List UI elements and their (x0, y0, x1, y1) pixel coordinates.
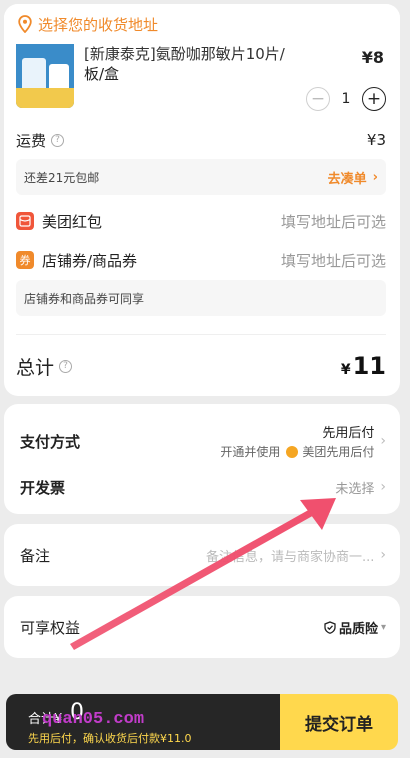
product-title-line1: [新康泰克]氨酚咖那敏片10片/ (84, 45, 285, 63)
chevron-down-icon: ▾ (380, 621, 386, 633)
payment-enable-text: 开通并使用 (220, 445, 281, 459)
checkout-bar: 合计¥ 0 quan05.com 先用后付，确认收货后付款¥11.0 提交订单 (6, 694, 398, 750)
total-label: 总计 (16, 356, 55, 379)
remark-placeholder: 备注信息，请与商家协商一... (205, 549, 375, 565)
total-amount: ¥ 11 (341, 352, 386, 380)
product-title[interactable]: [新康泰克]氨酚咖那敏片10片/ 板/盒 (84, 45, 314, 84)
product-title-line2: 板/盒 (84, 65, 120, 83)
address-prompt: 选择您的收货地址 (38, 15, 159, 34)
total-currency: ¥ (340, 362, 351, 378)
chevron-right-icon: › (380, 547, 386, 563)
invoice-row[interactable]: 开发票 未选择 › (20, 476, 386, 498)
meituan-pay-icon (286, 445, 299, 458)
order-card: 选择您的收货地址 [新康泰克]氨酚咖那敏片10片/ 板/盒 ¥8 − 1 + 运… (4, 4, 400, 396)
payment-method-label: 支付方式 (20, 432, 81, 451)
total-row: 总计 ? ¥ 11 (16, 352, 386, 380)
invoice-label: 开发票 (20, 478, 66, 497)
select-address-bar[interactable]: 选择您的收货地址 (4, 4, 400, 44)
invoice-value: 未选择 (335, 481, 375, 497)
payment-brand-text: 美团先用后付 (302, 445, 375, 459)
add-more-label: 去凑单 (327, 171, 367, 187)
product-image[interactable] (16, 44, 74, 108)
payment-card: 支付方式 先用后付 开通并使用 美团先用后付 › 开发票 未选择 › (4, 404, 400, 514)
submit-order-button[interactable]: 提交订单 (280, 694, 398, 750)
chevron-right-icon: › (372, 169, 378, 185)
coupon-value: 填写地址后可选 (280, 251, 386, 270)
free-shipping-text: 还差21元包邮 (24, 170, 100, 185)
shield-icon (324, 620, 336, 634)
red-packet-icon (16, 212, 34, 230)
submit-order-label: 提交订单 (305, 714, 373, 735)
payment-method-value: 先用后付 (322, 426, 375, 441)
footer-pay-later-note: 先用后付，确认收货后付款¥11.0 (28, 732, 192, 745)
remark-row[interactable]: 备注 备注信息，请与商家协商一... › (20, 544, 386, 566)
benefits-value: 品质险 (338, 621, 378, 637)
red-packet-row[interactable]: 美团红包 填写地址后可选 (16, 210, 386, 232)
red-packet-value: 填写地址后可选 (280, 212, 386, 231)
chevron-right-icon: › (380, 479, 386, 495)
divider (16, 334, 386, 335)
question-icon[interactable]: ? (51, 133, 65, 147)
shipping-row: 运费 ? ¥3 (16, 130, 386, 150)
quantity-stepper: − 1 + (306, 86, 386, 112)
watermark: quan05.com (42, 710, 145, 729)
benefits-row[interactable]: 可享权益 品质险 ▾ (20, 616, 386, 638)
free-shipping-banner: 还差21元包邮 去凑单 › (16, 159, 386, 195)
coupon-icon: 券 (16, 251, 34, 269)
checkout-summary: 合计¥ 0 quan05.com 先用后付，确认收货后付款¥11.0 (6, 694, 280, 750)
payment-method-row[interactable]: 支付方式 先用后付 开通并使用 美团先用后付 › (20, 424, 386, 459)
total-number: 11 (352, 352, 386, 380)
decrease-quantity-button[interactable]: − (306, 87, 330, 111)
coupon-row[interactable]: 券 店铺券/商品券 填写地址后可选 (16, 249, 386, 271)
coupon-label: 店铺券/商品券 (42, 251, 138, 270)
add-more-link[interactable]: 去凑单 › (328, 168, 378, 187)
quantity-value: 1 (341, 91, 351, 107)
product-price: ¥8 (361, 48, 384, 67)
benefits-label: 可享权益 (20, 618, 81, 637)
chevron-right-icon: › (380, 433, 386, 449)
remark-card[interactable]: 备注 备注信息，请与商家协商一... › (4, 524, 400, 586)
location-pin-icon (18, 15, 32, 33)
coupon-note: 店铺券和商品券可同享 (16, 280, 386, 316)
increase-quantity-button[interactable]: + (361, 87, 386, 111)
question-icon[interactable]: ? (59, 359, 73, 373)
red-packet-label: 美团红包 (42, 212, 103, 231)
shipping-value: ¥3 (366, 131, 386, 149)
remark-label: 备注 (20, 546, 51, 565)
coupon-note-text: 店铺券和商品券可同享 (24, 291, 145, 306)
shipping-label: 运费 (16, 131, 47, 150)
benefits-card[interactable]: 可享权益 品质险 ▾ (4, 596, 400, 658)
